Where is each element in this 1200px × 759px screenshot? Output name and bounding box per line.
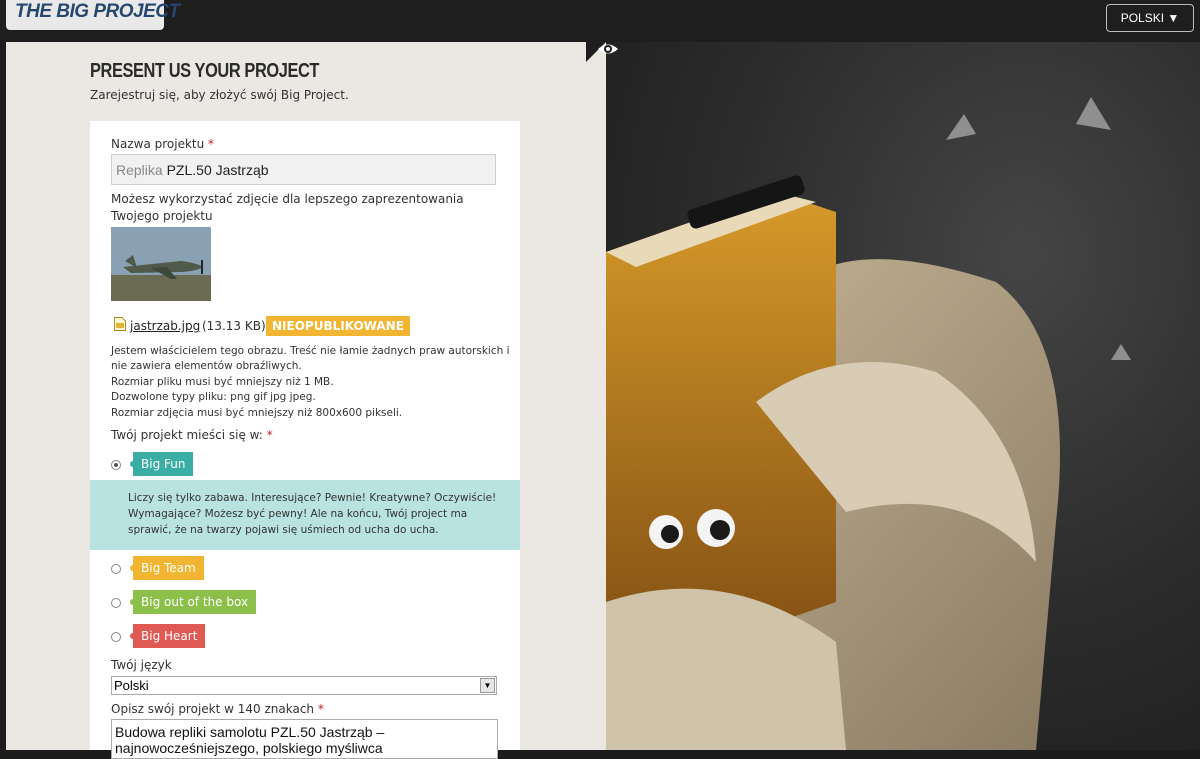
note-line: Rozmiar zdjęcia musi być mniejszy niż 80…: [111, 407, 403, 419]
note-line: Rozmiar pliku musi być mniejszy niż 1 MB…: [111, 376, 334, 388]
category-tag-big-heart[interactable]: Big Heart: [129, 624, 206, 648]
category-description-line: Liczy się tylko zabawa. Interesujące? Pe…: [128, 492, 497, 504]
category-tag-big-fun[interactable]: Big Fun: [129, 452, 194, 476]
radio-big-fun[interactable]: [111, 460, 121, 470]
page-subtitle: Zarejestruj się, aby złożyć swój Big Pro…: [90, 88, 349, 102]
radio-big-out-of-the-box[interactable]: [111, 598, 121, 608]
category-tag-big-team[interactable]: Big Team: [130, 556, 204, 580]
description-textarea[interactable]: Budowa repliki samolotu PZL.50 Jastrząb …: [111, 719, 498, 759]
radio-big-team[interactable]: [111, 564, 121, 574]
logo-text: THE BIG PROJECT: [15, 1, 180, 22]
required-mark: *: [208, 137, 215, 151]
status-badge: NIEOPUBLIKOWANE: [266, 316, 410, 336]
required-mark: *: [266, 428, 273, 442]
eye-icon[interactable]: [596, 38, 620, 60]
radio-big-heart[interactable]: [111, 632, 121, 642]
project-name-input[interactable]: Replika PZL.50 Jastrząb: [111, 154, 496, 185]
category-tag-big-out-of-the-box[interactable]: Big out of the box: [129, 590, 257, 614]
category-label-text: Twój projekt mieści się w:: [111, 428, 263, 442]
note-line: nie zawiera elementów obraźliwych.: [111, 360, 302, 372]
airplane-photo: [111, 227, 211, 301]
file-name-link[interactable]: jastrzab.jpg: [130, 319, 200, 333]
project-image-thumbnail[interactable]: [111, 227, 211, 301]
top-bar: THE BIG PROJECT POLSKI ▼: [0, 0, 1200, 42]
category-description-line: sprawić, że na twarzy pojawi się uśmiech…: [128, 524, 439, 536]
language-select-value: Polski: [114, 678, 149, 693]
required-mark: *: [317, 702, 324, 716]
note-line: Dozwolone typy pliku: png gif jpg jpeg.: [111, 391, 316, 403]
project-name-value: PZL.50 Jastrząb: [166, 162, 269, 178]
file-size: (13.13 KB): [202, 319, 266, 333]
photo-hint-2: Twojego projektu: [111, 209, 213, 223]
logo[interactable]: THE BIG PROJECT: [6, 0, 180, 30]
description-label-text: Opisz swój projekt w 140 znakach: [111, 702, 315, 716]
description-label: Opisz swój projekt w 140 znakach *: [111, 702, 324, 716]
photo-hint: Możesz wykorzystać zdjęcie dla lepszego …: [111, 192, 464, 206]
language-select[interactable]: Polski ▼: [111, 676, 497, 695]
description-line: Budowa repliki samolotu PZL.50 Jastrząb …: [115, 724, 385, 740]
background-photo: [606, 42, 1200, 750]
category-label: Twój projekt mieści się w: *: [111, 428, 273, 442]
file-icon: [114, 317, 126, 331]
backpack-illustration: [606, 97, 1131, 750]
project-name-placeholder: Replika: [116, 162, 163, 178]
page-title: PRESENT US YOUR PROJECT: [90, 60, 320, 82]
description-line: najnowocześniejszego, polskiego myśliwca: [115, 740, 383, 756]
language-button[interactable]: POLSKI ▼: [1106, 4, 1194, 32]
note-line: Jestem właścicielem tego obrazu. Treść n…: [111, 345, 510, 357]
project-name-label-text: Nazwa projektu: [111, 137, 205, 151]
language-label: Twój język: [111, 658, 172, 672]
project-name-label: Nazwa projektu *: [111, 137, 214, 151]
chevron-down-icon[interactable]: ▼: [480, 678, 495, 693]
category-description-line: Wymagające? Możesz być pewny! Ale na koń…: [128, 508, 468, 520]
